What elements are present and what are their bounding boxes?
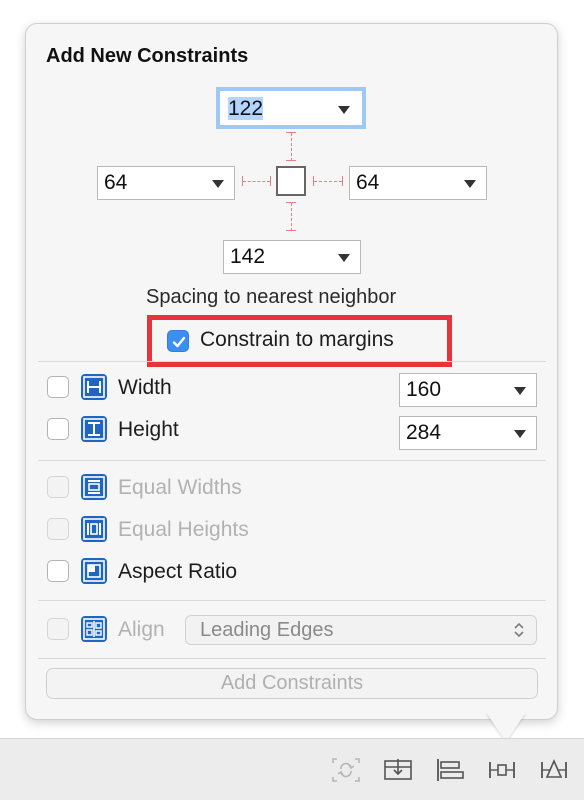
width-label[interactable]: Width <box>118 376 172 400</box>
left-constraint-line[interactable] <box>243 181 270 182</box>
height-checkbox[interactable] <box>47 418 69 440</box>
bottom-spacing-value: 142 <box>230 245 266 268</box>
align-label: Align <box>118 618 165 641</box>
aspect-ratio-checkbox[interactable] <box>47 560 69 582</box>
divider <box>38 460 546 461</box>
aspect-ratio-label[interactable]: Aspect Ratio <box>118 560 237 584</box>
equal-heights-checkbox[interactable] <box>47 518 69 540</box>
right-spacing-value: 64 <box>356 171 380 194</box>
align-icon[interactable] <box>435 757 465 783</box>
align-select-value: Leading Edges <box>200 619 334 641</box>
align-select[interactable]: Leading Edges <box>185 615 537 645</box>
aspect-ratio-icon <box>81 558 107 584</box>
divider <box>38 361 546 362</box>
divider <box>38 600 546 601</box>
align-icon <box>81 616 107 642</box>
left-spacing-field[interactable]: 64 <box>97 166 235 200</box>
chevron-down-icon[interactable] <box>514 387 526 395</box>
add-constraints-button[interactable]: Add Constraints <box>46 668 538 699</box>
chevron-down-icon[interactable] <box>212 180 224 188</box>
align-checkbox[interactable] <box>47 618 69 640</box>
equal-heights-label: Equal Heights <box>118 518 249 541</box>
equal-widths-label: Equal Widths <box>118 476 242 499</box>
chevron-down-icon[interactable] <box>338 254 350 262</box>
height-value: 284 <box>406 421 442 444</box>
left-constraint-cap <box>270 176 271 186</box>
bottom-spacing-field[interactable]: 142 <box>223 240 361 274</box>
right-spacing-field[interactable]: 64 <box>349 166 487 200</box>
top-constraint-line[interactable] <box>291 133 292 161</box>
view-placeholder <box>276 166 306 196</box>
popover-title: Add New Constraints <box>46 45 249 67</box>
chevron-down-icon[interactable] <box>338 106 350 114</box>
spacing-label: Spacing to nearest neighbor <box>146 286 397 308</box>
top-spacing-value: 122 <box>228 97 264 120</box>
top-spacing-field[interactable]: 122 <box>220 91 362 125</box>
resolve-layout-icon[interactable] <box>539 757 569 783</box>
bottom-constraint-cap <box>286 230 296 231</box>
left-spacing-value: 64 <box>104 171 128 194</box>
constrain-to-margins-label[interactable]: Constrain to margins <box>200 328 394 352</box>
up-down-chevron-icon <box>512 620 526 645</box>
equal-heights-icon <box>81 516 107 542</box>
right-constraint-cap <box>342 176 343 186</box>
chevron-down-icon[interactable] <box>514 430 526 438</box>
width-value: 160 <box>406 378 442 401</box>
divider <box>38 658 546 659</box>
update-frames-icon[interactable] <box>331 757 361 783</box>
height-value-field[interactable]: 284 <box>399 416 537 450</box>
equal-widths-icon <box>81 474 107 500</box>
checkmark-icon <box>172 336 186 348</box>
top-constraint-cap <box>286 160 296 161</box>
width-checkbox[interactable] <box>47 376 69 398</box>
chevron-down-icon[interactable] <box>464 180 476 188</box>
equal-widths-checkbox[interactable] <box>47 476 69 498</box>
right-constraint-line[interactable] <box>314 181 342 182</box>
bottom-toolbar <box>0 738 584 800</box>
width-constraint-icon <box>81 374 107 400</box>
width-value-field[interactable]: 160 <box>399 373 537 407</box>
constrain-to-margins-checkbox[interactable] <box>167 330 189 352</box>
add-constraints-icon[interactable] <box>487 757 517 783</box>
height-constraint-icon <box>81 416 107 442</box>
bottom-constraint-line[interactable] <box>291 203 292 231</box>
embed-in-stack-icon[interactable] <box>383 757 413 783</box>
height-label[interactable]: Height <box>118 418 179 442</box>
